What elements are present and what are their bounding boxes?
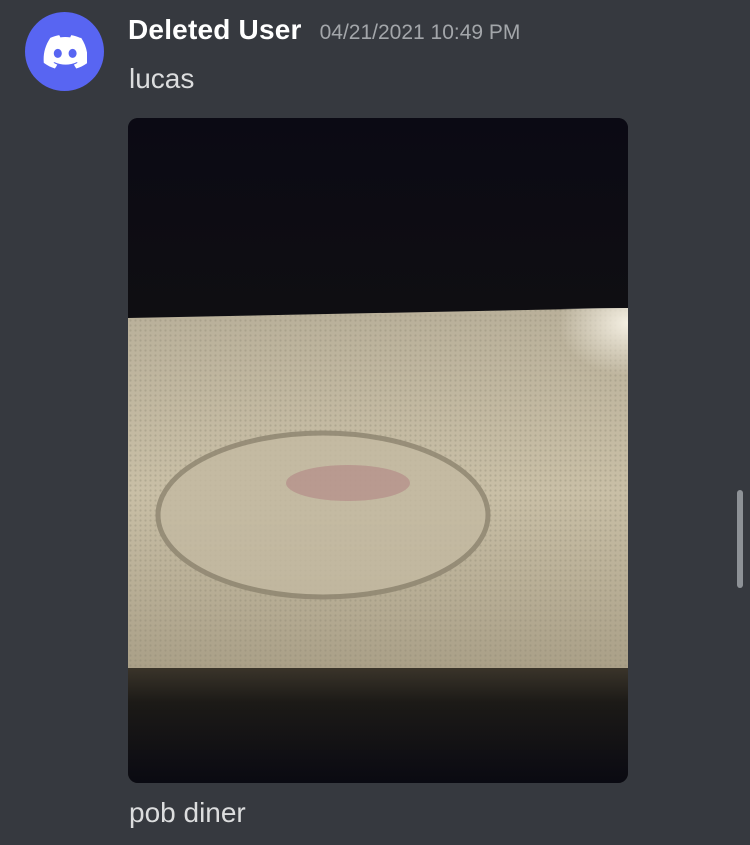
message-caption: pob diner [129, 797, 246, 828]
username[interactable]: Deleted User [128, 14, 302, 46]
image-attachment[interactable] [128, 118, 628, 783]
message-header: Deleted User 04/21/2021 10:49 PM [128, 14, 520, 50]
chat-message: Deleted User 04/21/2021 10:49 PM lucas p… [0, 0, 750, 845]
discord-logo-icon [43, 34, 87, 68]
message-content: lucas [129, 63, 195, 94]
chat-view: Deleted User 04/21/2021 10:49 PM lucas p… [0, 0, 750, 845]
scrollbar-thumb[interactable] [737, 490, 743, 588]
avatar[interactable] [25, 12, 104, 91]
attachment-photo [128, 118, 628, 783]
timestamp: 04/21/2021 10:49 PM [319, 21, 521, 44]
